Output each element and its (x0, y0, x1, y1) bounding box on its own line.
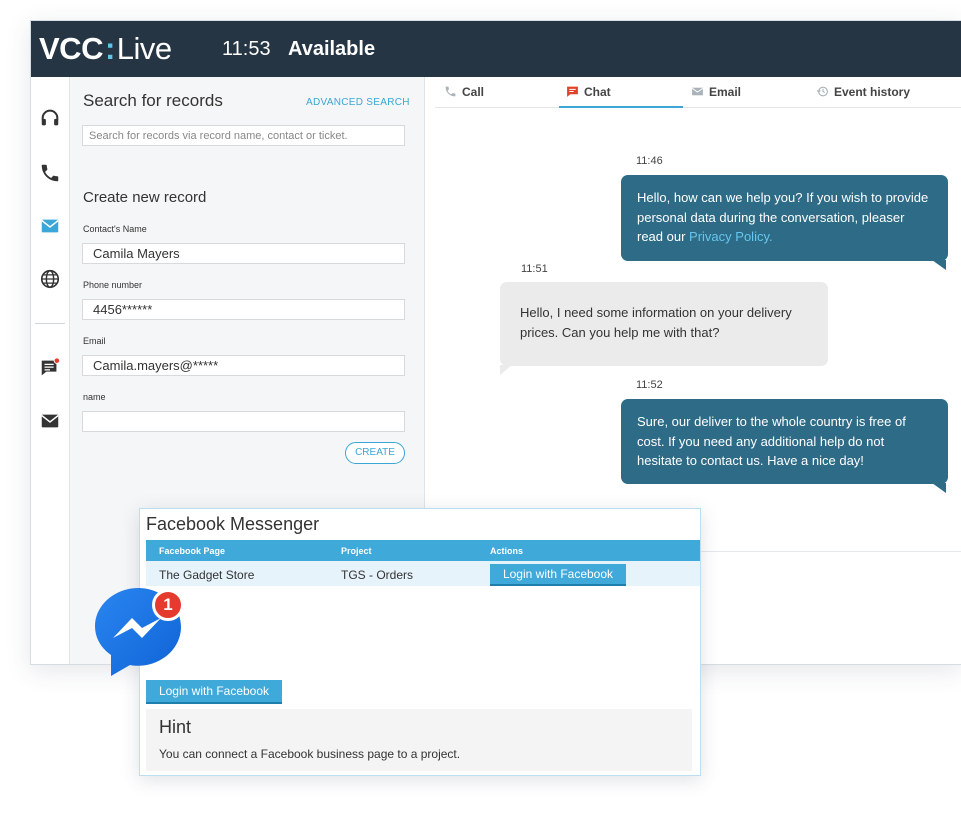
facebook-page-cell: The Gadget Store (159, 568, 255, 582)
email-input[interactable]: Camila.mayers@***** (82, 355, 405, 376)
tab-email[interactable]: Email (691, 85, 741, 99)
email-icon[interactable] (39, 215, 61, 237)
create-button[interactable]: CREATE (345, 442, 405, 464)
facebook-panel-title: Facebook Messenger (146, 514, 320, 534)
tab-call[interactable]: Call (444, 85, 484, 99)
envelope-icon (691, 85, 704, 98)
phone-icon (444, 85, 457, 98)
advanced-search-link[interactable]: ADVANCED SEARCH (306, 97, 410, 108)
vcc-live-logo: VCC:Live (39, 31, 172, 67)
customer-message-text: Hello, I need some information on your d… (520, 305, 792, 340)
bubble-tail (932, 483, 946, 493)
logo-live: Live (116, 31, 172, 66)
bubble-tail (932, 260, 946, 270)
icon-sidebar (31, 77, 70, 664)
agent-status[interactable]: Available (288, 38, 375, 61)
phone-number-input[interactable]: 4456****** (82, 299, 405, 320)
chat-notification-icon[interactable] (39, 357, 61, 379)
chat-thread: 11:46 Hello, how can we help you? If you… (435, 108, 961, 552)
hint-box: Hint You can connect a Facebook business… (146, 709, 692, 771)
contact-name-input[interactable]: Camila Mayers (82, 243, 405, 264)
bubble-tail (500, 365, 512, 375)
agent-message: Hello, how can we help you? If you wish … (621, 175, 948, 261)
tab-call-label: Call (462, 85, 485, 99)
message-time: 11:52 (636, 379, 663, 391)
globe-icon[interactable] (39, 268, 61, 290)
hint-text: You can connect a Facebook business page… (159, 747, 461, 761)
headset-icon[interactable] (39, 107, 61, 129)
name-label: name (83, 392, 106, 402)
tab-event-history-label: Event history (834, 85, 911, 99)
email-label: Email (83, 336, 106, 346)
logo-separator: : (104, 31, 115, 66)
name-input[interactable] (82, 411, 405, 432)
privacy-policy-link[interactable]: Privacy Policy. (689, 229, 773, 244)
message-time: 11:51 (521, 263, 548, 275)
phone-icon[interactable] (39, 162, 61, 184)
search-input[interactable]: Search for records via record name, cont… (82, 125, 405, 146)
chat-icon (566, 85, 579, 98)
facebook-messenger-panel: Facebook Messenger Facebook Page Project… (139, 508, 701, 776)
message-time: 11:46 (636, 155, 663, 167)
column-header: Facebook Page (159, 546, 226, 556)
table-header: Facebook Page Project Actions (146, 540, 700, 561)
history-icon (816, 85, 829, 98)
tab-chat-label: Chat (584, 85, 611, 99)
agent-message-text: Hello, how can we help you? If you wish … (637, 190, 929, 244)
tab-chat[interactable]: Chat (566, 85, 611, 99)
column-header: Project (341, 546, 372, 556)
hint-title: Hint (159, 717, 192, 737)
sidebar-divider (35, 323, 65, 324)
envelope-icon[interactable] (39, 410, 61, 432)
create-record-title: Create new record (83, 189, 207, 206)
contact-name-label: Contact's Name (83, 224, 147, 234)
phone-number-label: Phone number (83, 280, 143, 290)
top-bar: VCC:Live 11:53 Available (31, 21, 961, 77)
customer-message: Hello, I need some information on your d… (500, 282, 828, 366)
tab-email-label: Email (709, 85, 742, 99)
row-login-with-facebook-button[interactable]: Login with Facebook (490, 564, 626, 586)
clock-time: 11:53 (222, 38, 271, 60)
column-header: Actions (490, 546, 524, 556)
agent-message: Sure, our deliver to the whole country i… (621, 399, 948, 484)
notification-badge: 1 (152, 589, 184, 621)
login-with-facebook-button[interactable]: Login with Facebook (146, 680, 282, 704)
search-title: Search for records (83, 91, 223, 110)
channel-tabs: Call Chat Email Event history (435, 77, 961, 108)
logo-vcc: VCC (39, 31, 103, 66)
agent-message-text: Sure, our deliver to the whole country i… (637, 414, 906, 468)
project-cell: TGS - Orders (341, 568, 414, 582)
tab-event-history[interactable]: Event history (816, 85, 910, 99)
